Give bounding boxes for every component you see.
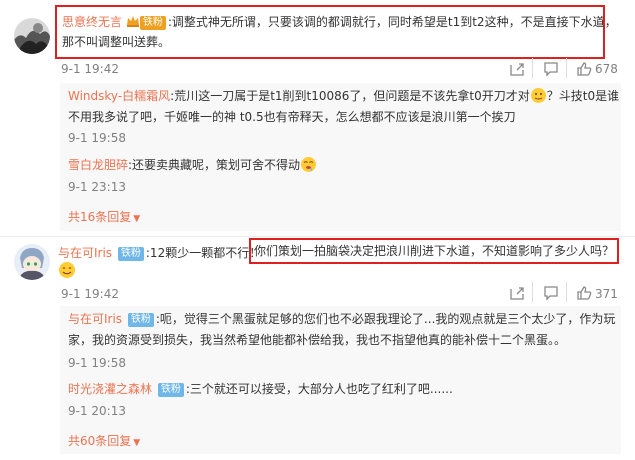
toolbar-divider [566,58,567,78]
reply-text-cont: ？斗技t0是谁 [546,89,620,103]
expand-replies-link[interactable]: 共60条回复 ▼ [68,432,140,449]
like-count: 678 [595,62,618,76]
reply-text: :还要卖典藏呢，策划可舍不得动 [128,158,301,172]
reply-item: 雪白龙胆碎:还要卖典藏呢，策划可舍不得动 [68,156,317,175]
comment-text-cont: 那不叫调整叫送葬。 [62,35,171,49]
reply-item: 与在可Iris 铁粉:呃，觉得三个黑蛋就足够的您们也不必跟我理论了...我的观点… [68,310,615,329]
reply-author[interactable]: 雪白龙胆碎 [68,158,128,172]
comment-author[interactable]: 与在可Iris [58,246,112,260]
avatar[interactable] [14,244,50,280]
reply-text: :三个就还可以接受，大部分人也吃了红利了吧...... [185,382,453,396]
comment-text: :12颗少一颗都不行！ [145,246,262,260]
caret-down-icon: ▼ [133,214,141,224]
reply-time: 9-1 19:58 [68,131,126,145]
expand-label: 共60条回复 [68,434,132,448]
comment-body: 思意终无言 铁粉:调整式神无所谓，只要该调的都调就行，同时希望是t1到t2这种，… [62,12,617,32]
expand-label: 共16条回复 [68,210,132,224]
expand-replies-link[interactable]: 共16条回复 ▼ [68,208,140,225]
comment-author[interactable]: 思意终无言 [62,15,122,29]
toolbar-divider [532,58,533,78]
like-icon[interactable] [576,61,592,80]
fan-badge: 铁粉 [117,247,144,261]
reply-author[interactable]: Windsky-白糯霜风 [68,89,170,103]
drool-emoji-icon [300,156,317,173]
reply-author[interactable]: 时光浇灌之森林 [68,382,152,396]
like-count: 371 [595,287,618,301]
reply-text: :荒川这一刀属于是t1削到t10086了，但问题是不该先拿t0开刀才对 [170,89,530,103]
share-icon[interactable] [509,61,525,80]
caret-down-icon: ▼ [133,438,141,448]
reply-author[interactable]: 与在可Iris [68,312,122,326]
divider [0,236,635,237]
share-icon[interactable] [509,285,525,304]
comment-time: 9-1 19:42 [61,287,119,301]
smile-emoji-icon [58,261,76,282]
crown-icon [126,13,140,27]
like-icon[interactable] [576,285,592,304]
reply-time: 9-1 19:58 [68,356,126,370]
comment-body: 与在可Iris 铁粉:12颗少一颗都不行！ [58,243,261,263]
toolbar-divider [566,282,567,302]
comment-icon[interactable] [543,285,559,304]
reply-item: 时光浇灌之森林 铁粉:三个就还可以接受，大部分人也吃了红利了吧...... [68,380,453,399]
reply-text-line2: 不用我多说了吧，千姬唯一的神 t0.5也有帝释天，怎么想都不应该是浪川第一个挨刀 [68,110,516,124]
fan-badge: 铁粉 [139,16,166,30]
reply-text: :呃，觉得三个黑蛋就足够的您们也不必跟我理论了...我的观点就是三个太少了，作为… [155,312,616,326]
comment-time: 9-1 19:42 [61,62,119,76]
fan-badge: 铁粉 [127,313,154,327]
reply-text-line2: 家，我的资源受到损失，我当然希望他能都补偿给我，我也不指望他真的能补偿十二个黑蛋… [68,333,567,347]
emoji-icon [530,87,547,104]
comment-icon[interactable] [543,61,559,80]
comment-text: :调整式神无所谓，只要该调的都调就行，同时希望是t1到t2这种，不是直接下水道， [167,15,617,29]
avatar[interactable] [14,18,50,54]
comment-text-highlighted: 你们策划一拍脑袋决定把浪川削进下水道，不知道影响了多少人吗？ [254,244,615,258]
fan-badge: 铁粉 [157,383,184,397]
toolbar-divider [532,282,533,302]
reply-time: 9-1 20:13 [68,404,126,418]
reply-time: 9-1 23:13 [68,180,126,194]
reply-item: Windsky-白糯霜风:荒川这一刀属于是t1削到t10086了，但问题是不该先… [68,87,619,106]
